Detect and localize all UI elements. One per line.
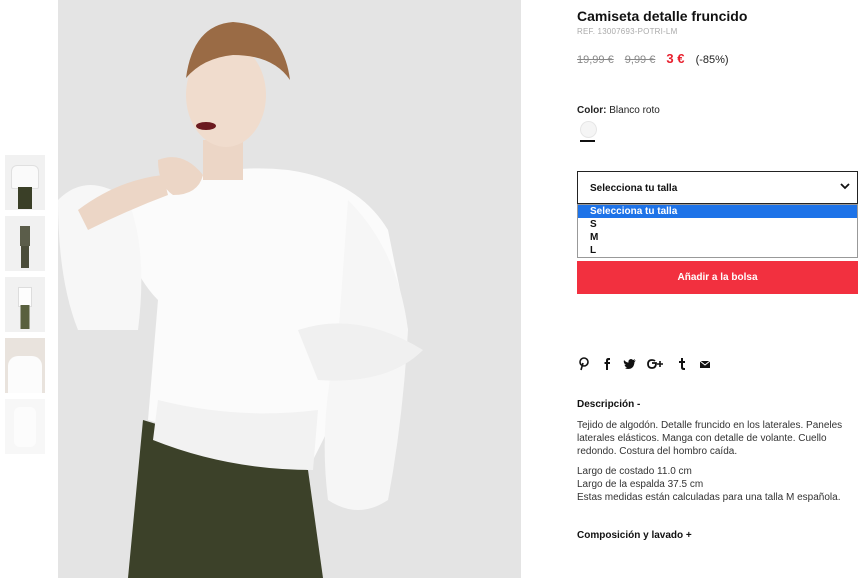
email-icon[interactable] — [698, 357, 712, 371]
add-to-bag-button[interactable]: Añadir a la bolsa — [577, 261, 858, 294]
current-price: 3 € — [666, 51, 685, 66]
color-label: Color: — [577, 105, 607, 116]
thumbnail-2[interactable] — [5, 216, 45, 271]
size-dropdown: Selecciona tu talla S M L — [577, 204, 858, 258]
size-option-l[interactable]: L — [578, 244, 857, 257]
product-main-image[interactable] — [58, 0, 521, 578]
thumbnail-figure — [8, 356, 42, 393]
thumbnail-3[interactable] — [5, 277, 45, 332]
chevron-down-icon — [840, 183, 850, 190]
thumbnail-figure — [20, 305, 30, 329]
size-option-m[interactable]: M — [578, 231, 857, 244]
facebook-icon[interactable] — [600, 357, 614, 371]
measurement-line: Largo de la espalda 37.5 cm — [577, 478, 704, 490]
size-option-placeholder[interactable]: Selecciona tu talla — [578, 205, 857, 218]
thumbnail-figure — [14, 407, 36, 447]
size-option-s[interactable]: S — [578, 218, 857, 231]
thumbnail-figure — [18, 287, 32, 307]
product-ref: REF. 13007693-POTRI-LM — [577, 27, 678, 36]
thumbnail-figure — [21, 246, 29, 268]
thumbnail-figure — [18, 187, 32, 209]
measurement-note: Estas medidas están calculadas para una … — [577, 492, 841, 504]
thumbnail-5[interactable] — [5, 399, 45, 454]
size-select[interactable]: Selecciona tu talla — [577, 171, 858, 204]
previous-price: 9,99 € — [624, 54, 656, 66]
thumbnail-1[interactable] — [5, 155, 45, 210]
swatch-selected-indicator — [580, 140, 595, 142]
original-price: 19,99 € — [577, 54, 614, 66]
model-illustration — [58, 0, 521, 578]
thumbnail-figure — [20, 226, 30, 246]
thumbnail-strip — [5, 155, 45, 460]
color-swatch[interactable] — [580, 121, 597, 138]
discount-badge: (-85%) — [695, 54, 729, 66]
description-paragraph: Tejido de algodón. Detalle fruncido en l… — [577, 420, 843, 458]
pinterest-icon[interactable] — [577, 357, 591, 371]
color-row: Color: Blanco roto — [577, 105, 660, 116]
product-title: Camiseta detalle fruncido — [577, 8, 748, 24]
price-row: 19,99 € 9,99 € 3 € (-85%) — [577, 51, 729, 66]
description-text: Tejido de algodón. Detalle fruncido en l… — [577, 419, 858, 504]
description-toggle[interactable]: Descripción - — [577, 399, 640, 410]
thumbnail-figure — [11, 165, 39, 189]
google-plus-icon[interactable] — [646, 357, 664, 371]
measurement-line: Largo de costado 11.0 cm — [577, 465, 692, 477]
tumblr-icon[interactable] — [675, 357, 689, 371]
size-select-label: Selecciona tu talla — [590, 183, 678, 194]
twitter-icon[interactable] — [623, 357, 637, 371]
color-value: Blanco roto — [609, 105, 660, 116]
thumbnail-4[interactable] — [5, 338, 45, 393]
composition-toggle[interactable]: Composición y lavado + — [577, 530, 692, 541]
